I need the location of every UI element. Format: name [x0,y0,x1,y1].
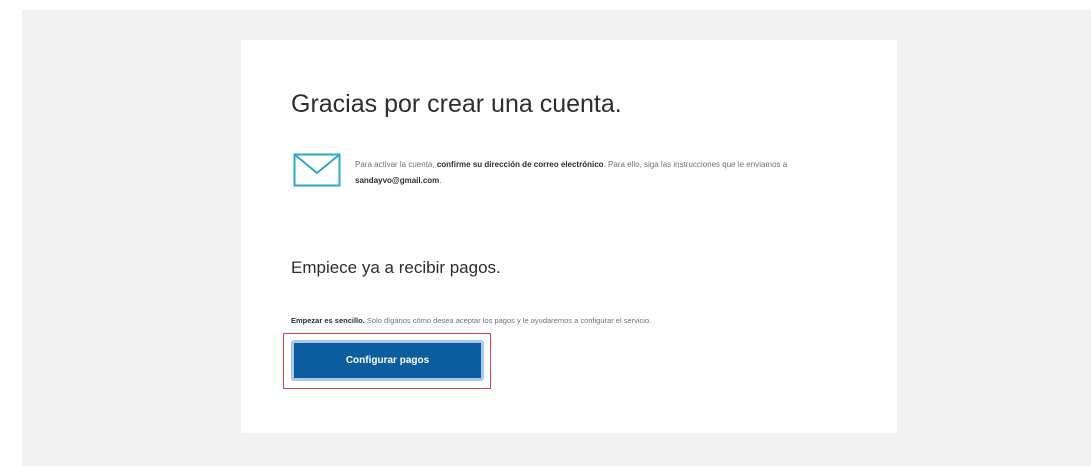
confirm-text-start: Para activar la cuenta, [355,160,437,169]
section-title: Empiece ya a recibir pagos. [291,258,501,277]
setup-intro: Empezar es sencillo. Solo díganos cómo d… [291,316,651,325]
confirm-text-end: . [439,176,442,185]
setup-intro-emphasis: Empezar es sencillo. [291,316,365,325]
setup-intro-text: Solo díganos cómo desea aceptar los pago… [364,316,652,325]
confirm-email-emphasis: confirme su dirección de correo electrón… [436,160,604,169]
confirm-email-message: Para activar la cuenta, confirme su dire… [355,157,865,189]
envelope-icon [293,153,341,187]
configure-payments-button[interactable]: Configurar pagos [291,340,484,381]
page-title: Gracias por crear una cuenta. [291,90,622,118]
confirm-text-middle: . Para ello, siga las instrucciones que … [603,160,788,169]
user-email: sandayvo@gmail.com [355,176,440,185]
